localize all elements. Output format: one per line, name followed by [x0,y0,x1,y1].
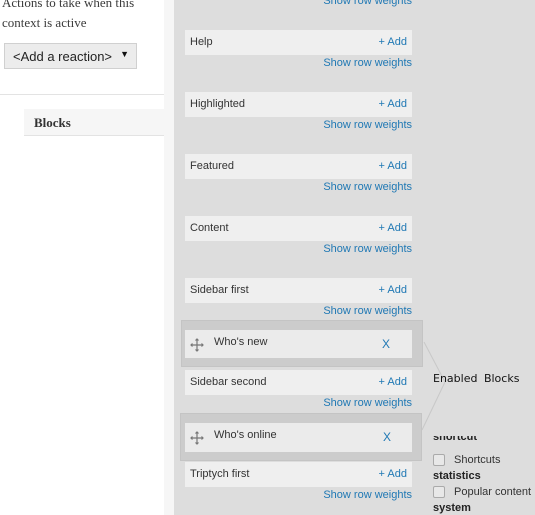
region-name: Sidebar first [190,284,249,296]
add-block-button[interactable]: + Add [379,98,407,110]
show-row-weights-link[interactable]: Show row weights [185,119,412,131]
block-category-shortcut: shortcut [433,436,477,448]
option-label: Shortcuts [454,454,501,466]
region-header-content: Content + Add [185,216,412,241]
show-row-weights-link[interactable]: Show row weights [185,397,412,409]
region-header-sidebar-first: Sidebar first + Add [185,278,412,303]
drag-handle-icon[interactable] [190,338,204,352]
show-row-weights-link[interactable]: Show row weights [185,181,412,193]
block-regions-editor: Show row weights Help + Add Show row wei… [174,0,535,515]
block-name: Who's online [214,429,277,441]
show-row-weights-link[interactable]: Show row weights [185,57,412,69]
drag-handle-icon[interactable] [190,431,204,445]
region-name: Help [190,36,213,48]
panel-gutter [164,0,174,515]
remove-block-button[interactable]: X [383,430,391,444]
chevron-down-icon: ▼ [120,49,129,59]
add-block-button[interactable]: + Add [379,160,407,172]
remove-block-button[interactable]: X [382,337,390,351]
checkbox[interactable] [433,486,445,498]
block-name: Who's new [214,336,268,348]
region-header-help: Help + Add [185,30,412,55]
add-block-button[interactable]: + Add [379,284,407,296]
show-row-weights-link[interactable]: Show row weights [185,0,412,7]
block-row: Who's new X [185,330,412,358]
category-name: shortcut [433,436,477,443]
show-row-weights-link[interactable]: Show row weights [185,243,412,255]
show-row-weights-link[interactable]: Show row weights [185,305,412,317]
add-block-button[interactable]: + Add [379,468,407,480]
region-header-sidebar-second: Sidebar second + Add [185,370,412,395]
reactions-description: Actions to take when this context is act… [2,0,135,30]
add-reaction-select[interactable]: <Add a reaction> ▼ [4,43,137,69]
block-option-popular-content[interactable]: Popular content [433,486,531,498]
add-block-button[interactable]: + Add [379,376,407,388]
show-row-weights-link[interactable]: Show row weights [185,489,412,501]
enabled-blocks-label: Enabled Blocks [433,372,520,385]
add-reaction-select-value: <Add a reaction> [13,48,113,64]
block-row: Who's online X [185,423,412,452]
tab-blocks[interactable]: Blocks [24,109,164,136]
region-name: Sidebar second [190,376,267,388]
region-name: Featured [190,160,235,172]
checkbox[interactable] [433,454,445,466]
option-label: Popular content [454,486,532,498]
block-item-whos-new[interactable]: Who's new X [181,320,423,367]
block-category-statistics: statistics [433,470,481,482]
region-header-featured: Featured + Add [185,154,412,179]
region-header-highlighted: Highlighted + Add [185,92,412,117]
region-name: Highlighted [190,98,246,110]
block-category-system: system [433,502,471,514]
add-block-button[interactable]: + Add [379,222,407,234]
add-block-button[interactable]: + Add [379,36,407,48]
block-option-shortcuts[interactable]: Shortcuts [433,454,500,466]
divider [0,94,164,95]
region-name: Content [190,222,229,234]
region-name: Triptych first [190,468,250,480]
region-header-triptych-first: Triptych first + Add [185,462,412,487]
reactions-panel: Actions to take when this context is act… [0,0,164,515]
block-item-whos-online[interactable]: Who's online X [180,413,422,461]
